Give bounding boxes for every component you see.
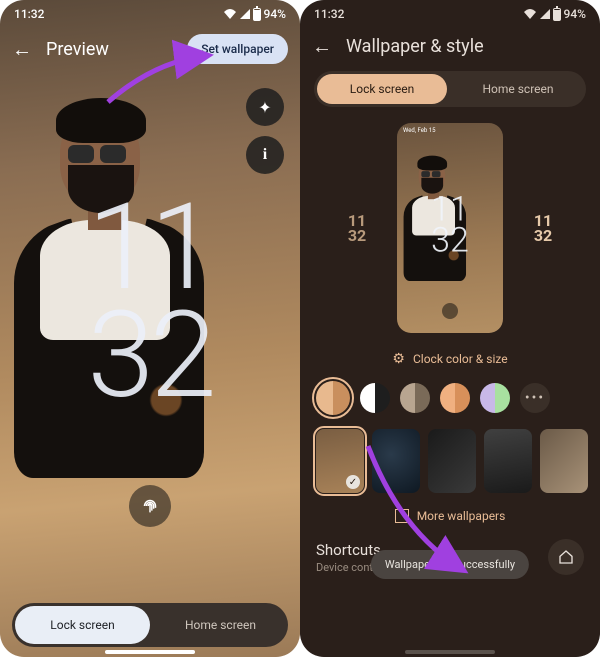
home-shortcut-button[interactable] bbox=[548, 539, 584, 575]
status-icons: 94% bbox=[523, 7, 586, 21]
wallpaper-thumb-2[interactable] bbox=[372, 429, 420, 493]
top-bar: ← Preview Set wallpaper bbox=[0, 28, 300, 70]
status-time: 11:32 bbox=[14, 7, 44, 21]
color-swatch-3[interactable] bbox=[400, 383, 430, 413]
fingerprint-button[interactable] bbox=[129, 485, 171, 527]
page-title: Wallpaper & style bbox=[346, 36, 588, 57]
color-swatches: ••• bbox=[300, 381, 600, 429]
tab-lock-screen[interactable]: Lock screen bbox=[317, 74, 447, 104]
tab-home-screen[interactable]: Home screen bbox=[153, 603, 288, 647]
back-icon[interactable]: ← bbox=[312, 34, 332, 59]
battery-icon bbox=[553, 8, 561, 21]
gear-icon: ⚙ bbox=[392, 351, 405, 367]
clock-minutes: 32 bbox=[87, 302, 212, 410]
tab-home-screen[interactable]: Home screen bbox=[453, 74, 583, 104]
wallpaper-thumbnails: ✓ bbox=[300, 429, 600, 503]
mini-clock: 1132 bbox=[431, 194, 469, 255]
status-icons: 94% bbox=[223, 7, 286, 21]
home-icon bbox=[558, 549, 574, 565]
battery-icon bbox=[253, 8, 261, 21]
color-swatch-1[interactable] bbox=[316, 381, 350, 415]
top-bar: ← Wallpaper & style bbox=[300, 28, 600, 65]
wifi-icon bbox=[523, 8, 537, 20]
toast-message: Wallpaper set successfully bbox=[371, 550, 529, 579]
mini-fingerprint-icon bbox=[442, 303, 458, 319]
wallpaper-thumb-3[interactable] bbox=[428, 429, 476, 493]
fingerprint-icon bbox=[139, 495, 161, 517]
color-swatch-4[interactable] bbox=[440, 383, 470, 413]
signal-icon bbox=[540, 9, 550, 19]
effects-button[interactable]: ✦ bbox=[246, 88, 284, 126]
clock-style-option-right[interactable]: 1132 bbox=[521, 203, 565, 253]
more-wallpapers-button[interactable]: More wallpapers bbox=[300, 503, 600, 539]
wallpaper-style-screen: 11:32 94% ← Wallpaper & style Lock scree… bbox=[300, 0, 600, 657]
more-colors-button[interactable]: ••• bbox=[520, 383, 550, 413]
screen-tabs: Lock screen Home screen bbox=[314, 71, 586, 107]
set-wallpaper-button[interactable]: Set wallpaper bbox=[187, 34, 288, 64]
clock-style-row: 1132 Wed, Feb 15 1132 1132 bbox=[300, 119, 600, 343]
wallpaper-thumb-4[interactable] bbox=[484, 429, 532, 493]
bottom-tabs: Lock screen Home screen bbox=[12, 603, 288, 647]
battery-pct: 94% bbox=[264, 7, 286, 21]
wallpaper-icon bbox=[395, 509, 409, 523]
color-swatch-5[interactable] bbox=[480, 383, 510, 413]
color-swatch-2[interactable] bbox=[360, 383, 390, 413]
clock-color-size-label: Clock color & size bbox=[413, 352, 508, 366]
check-icon: ✓ bbox=[346, 475, 360, 489]
page-title: Preview bbox=[46, 39, 173, 60]
lock-screen-preview[interactable]: Wed, Feb 15 1132 bbox=[397, 123, 503, 333]
tab-lock-screen[interactable]: Lock screen bbox=[15, 606, 150, 644]
wallpaper-thumb-5[interactable] bbox=[540, 429, 588, 493]
nav-pill[interactable] bbox=[105, 650, 195, 654]
battery-pct: 94% bbox=[564, 7, 586, 21]
lock-clock: 11 32 bbox=[87, 194, 212, 410]
status-bar: 11:32 94% bbox=[300, 0, 600, 28]
status-time: 11:32 bbox=[314, 7, 344, 21]
clock-color-size-button[interactable]: ⚙ Clock color & size bbox=[300, 343, 600, 381]
back-icon[interactable]: ← bbox=[12, 37, 32, 62]
status-bar: 11:32 94% bbox=[0, 0, 300, 28]
nav-pill[interactable] bbox=[405, 650, 495, 654]
wifi-icon bbox=[223, 8, 237, 20]
sparkle-icon: ✦ bbox=[258, 98, 271, 117]
preview-screen: 11:32 94% ← Preview Set wallpaper ✦ i 11… bbox=[0, 0, 300, 657]
clock-style-option-left[interactable]: 1132 bbox=[335, 203, 379, 253]
more-wallpapers-label: More wallpapers bbox=[417, 509, 506, 523]
wallpaper-thumb-1[interactable]: ✓ bbox=[316, 429, 364, 493]
signal-icon bbox=[240, 9, 250, 19]
info-icon: i bbox=[263, 146, 267, 164]
info-button[interactable]: i bbox=[246, 136, 284, 174]
mini-status-date: Wed, Feb 15 bbox=[397, 123, 503, 138]
